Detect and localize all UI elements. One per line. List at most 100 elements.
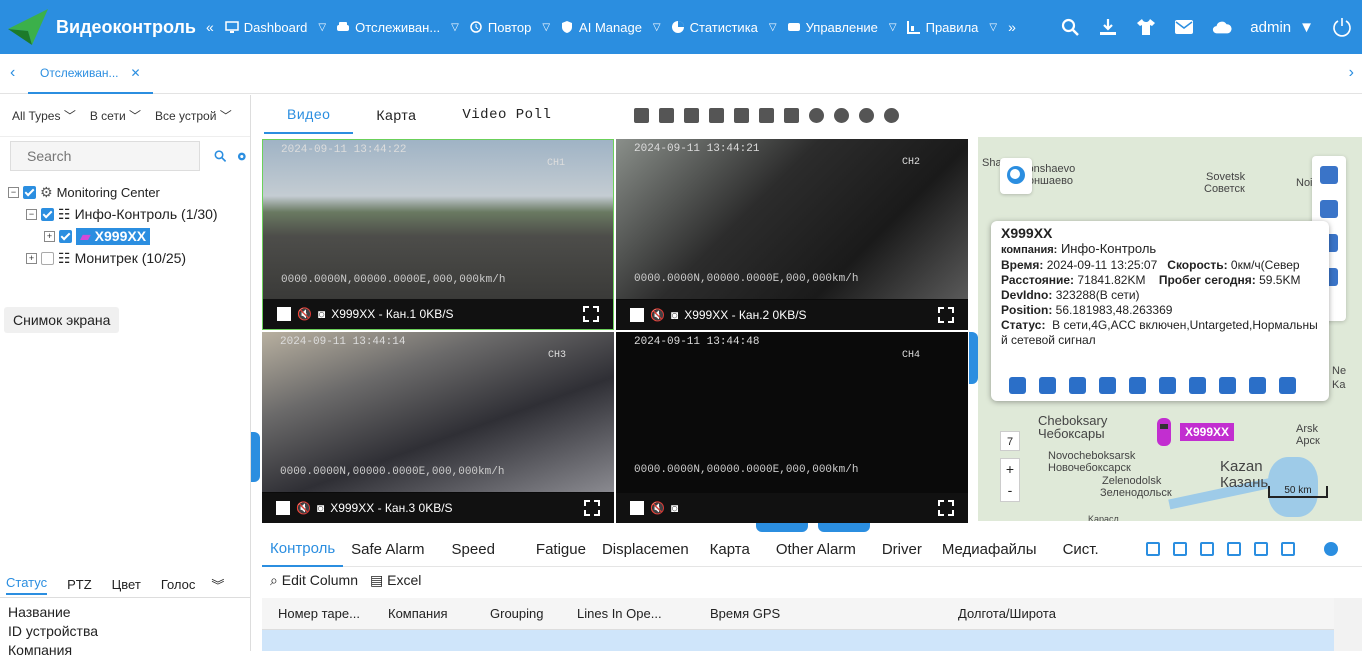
tree-group-monitrek[interactable]: + ☷ Монитрек (10/25) (8, 247, 218, 269)
alarm-light-icon[interactable] (1146, 542, 1160, 556)
table-row[interactable] (262, 630, 1334, 651)
card-icon[interactable] (1219, 377, 1236, 394)
play-icon[interactable] (834, 108, 849, 123)
video-channel-1[interactable]: 2024-09-11 13:44:22 CH1 0000.0000N,00000… (262, 139, 614, 330)
excel-button[interactable]: ▤ Excel (370, 572, 421, 589)
tab-status[interactable]: Статус (6, 575, 48, 595)
zoom-out-button[interactable]: - (1001, 480, 1019, 501)
layout-6-icon[interactable] (684, 108, 699, 123)
globe-icon[interactable] (1320, 200, 1338, 218)
tab-system[interactable]: Сист. (1045, 533, 1107, 567)
checkbox-vehicle[interactable] (59, 229, 72, 243)
layout-4-icon[interactable] (659, 108, 674, 123)
bottom-panel-toggle-up[interactable] (756, 523, 808, 532)
playback-icon[interactable] (1039, 377, 1056, 394)
vehicle-label[interactable]: ▰ X999XX (76, 227, 151, 245)
nav-collapse-icon[interactable]: « (206, 19, 214, 35)
collapse-icon[interactable]: − (8, 186, 19, 198)
user-menu[interactable]: admin ▼ (1250, 19, 1314, 36)
filter-online[interactable]: В сети ﹀ (90, 107, 141, 124)
fullscreen-icon[interactable] (938, 307, 954, 323)
tab-safe-alarm[interactable]: Safe Alarm (343, 533, 432, 567)
nav-item-ai-manage[interactable]: AI Manage ▽ (555, 20, 666, 35)
stop-icon[interactable] (276, 501, 290, 515)
close-icon[interactable]: ✕ (131, 66, 141, 80)
traffic-light-icon[interactable] (1320, 166, 1338, 184)
layout-16-icon[interactable] (759, 108, 774, 123)
download-icon[interactable] (1098, 17, 1118, 37)
video-channel-4[interactable]: 2024-09-11 13:44:48 CH4 0000.0000N,00000… (616, 332, 968, 523)
nav-item-replay[interactable]: Повтор ▽ (464, 20, 555, 35)
tab-media[interactable]: Медиафайлы (930, 533, 1045, 567)
audio-icon[interactable] (809, 108, 824, 123)
col-grouping[interactable]: Grouping (490, 606, 543, 621)
tab-speed[interactable]: Speed (433, 533, 503, 567)
tab-displacement[interactable]: Displacemen (594, 533, 697, 567)
table-scrollbar[interactable] (1334, 598, 1362, 651)
expand-icon[interactable]: + (26, 252, 37, 264)
stop-icon[interactable] (277, 307, 291, 321)
stop-icon[interactable] (630, 308, 644, 322)
tab-ptz[interactable]: PTZ (67, 577, 92, 592)
col-plate[interactable]: Номер таре... (278, 606, 360, 621)
stop-icon[interactable] (630, 501, 644, 515)
filter-devices[interactable]: Все устрой ﹀ (155, 107, 232, 124)
nav-item-management[interactable]: Управление ▽ (782, 20, 902, 35)
video-cam-icon[interactable] (1279, 377, 1296, 394)
col-company[interactable]: Компания (388, 606, 448, 621)
edit-column-button[interactable]: ⌕ Edit Column (270, 572, 358, 589)
collapse-icon[interactable]: − (26, 208, 37, 220)
apps-icon[interactable] (1159, 377, 1176, 394)
wrench-icon[interactable] (1189, 377, 1206, 394)
camera-icon[interactable]: ◙ (318, 307, 325, 321)
info-icon[interactable] (1324, 542, 1338, 556)
vehicle-marker-label[interactable]: X999XX (1180, 423, 1235, 441)
location-icon[interactable] (1249, 377, 1266, 394)
camera-icon[interactable]: ◙ (671, 308, 678, 322)
tree-group-info[interactable]: − ☷ Инфо-Контроль (1/30) (8, 203, 218, 225)
layout-8-icon[interactable] (709, 108, 724, 123)
record-icon[interactable] (859, 108, 874, 123)
search-icon[interactable] (1060, 17, 1080, 37)
video-channel-2[interactable]: 2024-09-11 13:44:21 CH2 0000.0000N,00000… (616, 139, 968, 330)
bus-icon[interactable] (1173, 542, 1187, 556)
search-input[interactable] (10, 141, 200, 171)
fullscreen-icon[interactable] (938, 500, 954, 516)
tab-scroll-right-icon[interactable]: › (1349, 64, 1354, 82)
nav-item-statistics[interactable]: Статистика ▽ (666, 20, 782, 35)
fullscreen-icon[interactable] (584, 500, 600, 516)
left-panel-toggle[interactable] (251, 432, 260, 482)
tab-video-poll[interactable]: Video Poll (439, 96, 574, 134)
tab-driver[interactable]: Driver (864, 533, 930, 567)
snapshot-all-icon[interactable] (784, 108, 799, 123)
tab-map[interactable]: Карта (353, 96, 439, 134)
tab-other-alarm[interactable]: Other Alarm (758, 533, 864, 567)
vehicle-marker-icon[interactable] (1155, 416, 1173, 448)
camera-icon[interactable]: ◙ (317, 501, 324, 515)
tree-root[interactable]: − ⚙ Monitoring Center (8, 181, 218, 203)
tab-scroll-left-icon[interactable]: ‹ (10, 64, 15, 82)
fullscreen-icon[interactable] (583, 306, 599, 322)
tab-fatigue[interactable]: Fatigue (503, 533, 594, 567)
tab-tracking[interactable]: Отслеживан... ✕ (28, 54, 153, 94)
headset-icon[interactable] (1069, 377, 1086, 394)
video-play-icon[interactable] (1009, 377, 1026, 394)
map-panel-toggle[interactable] (969, 332, 978, 384)
expand-icon[interactable]: + (44, 230, 55, 242)
cloud-icon[interactable] (1212, 17, 1232, 37)
collapse-down-icon[interactable]: ︾ (211, 575, 224, 594)
message-icon[interactable] (1129, 377, 1146, 394)
tab-control[interactable]: Контроль (262, 533, 344, 567)
tree-vehicle[interactable]: + ▰ X999XX (8, 225, 218, 247)
app-logo[interactable]: Видеоконтроль (0, 7, 200, 47)
mail-icon[interactable] (1174, 17, 1194, 37)
nav-item-rules[interactable]: Правила ▽ (902, 20, 1003, 35)
map-search-button[interactable] (1000, 158, 1032, 194)
search-icon[interactable] (214, 148, 227, 164)
nav-item-tracking[interactable]: Отслеживан... ▽ (331, 20, 464, 35)
col-lines[interactable]: Lines In Ope... (577, 606, 662, 621)
list-icon[interactable] (1254, 542, 1268, 556)
bottom-panel-toggle-down[interactable] (818, 523, 870, 532)
tab-map-bottom[interactable]: Карта (697, 533, 758, 567)
nav-item-dashboard[interactable]: Dashboard ▽ (220, 20, 331, 35)
